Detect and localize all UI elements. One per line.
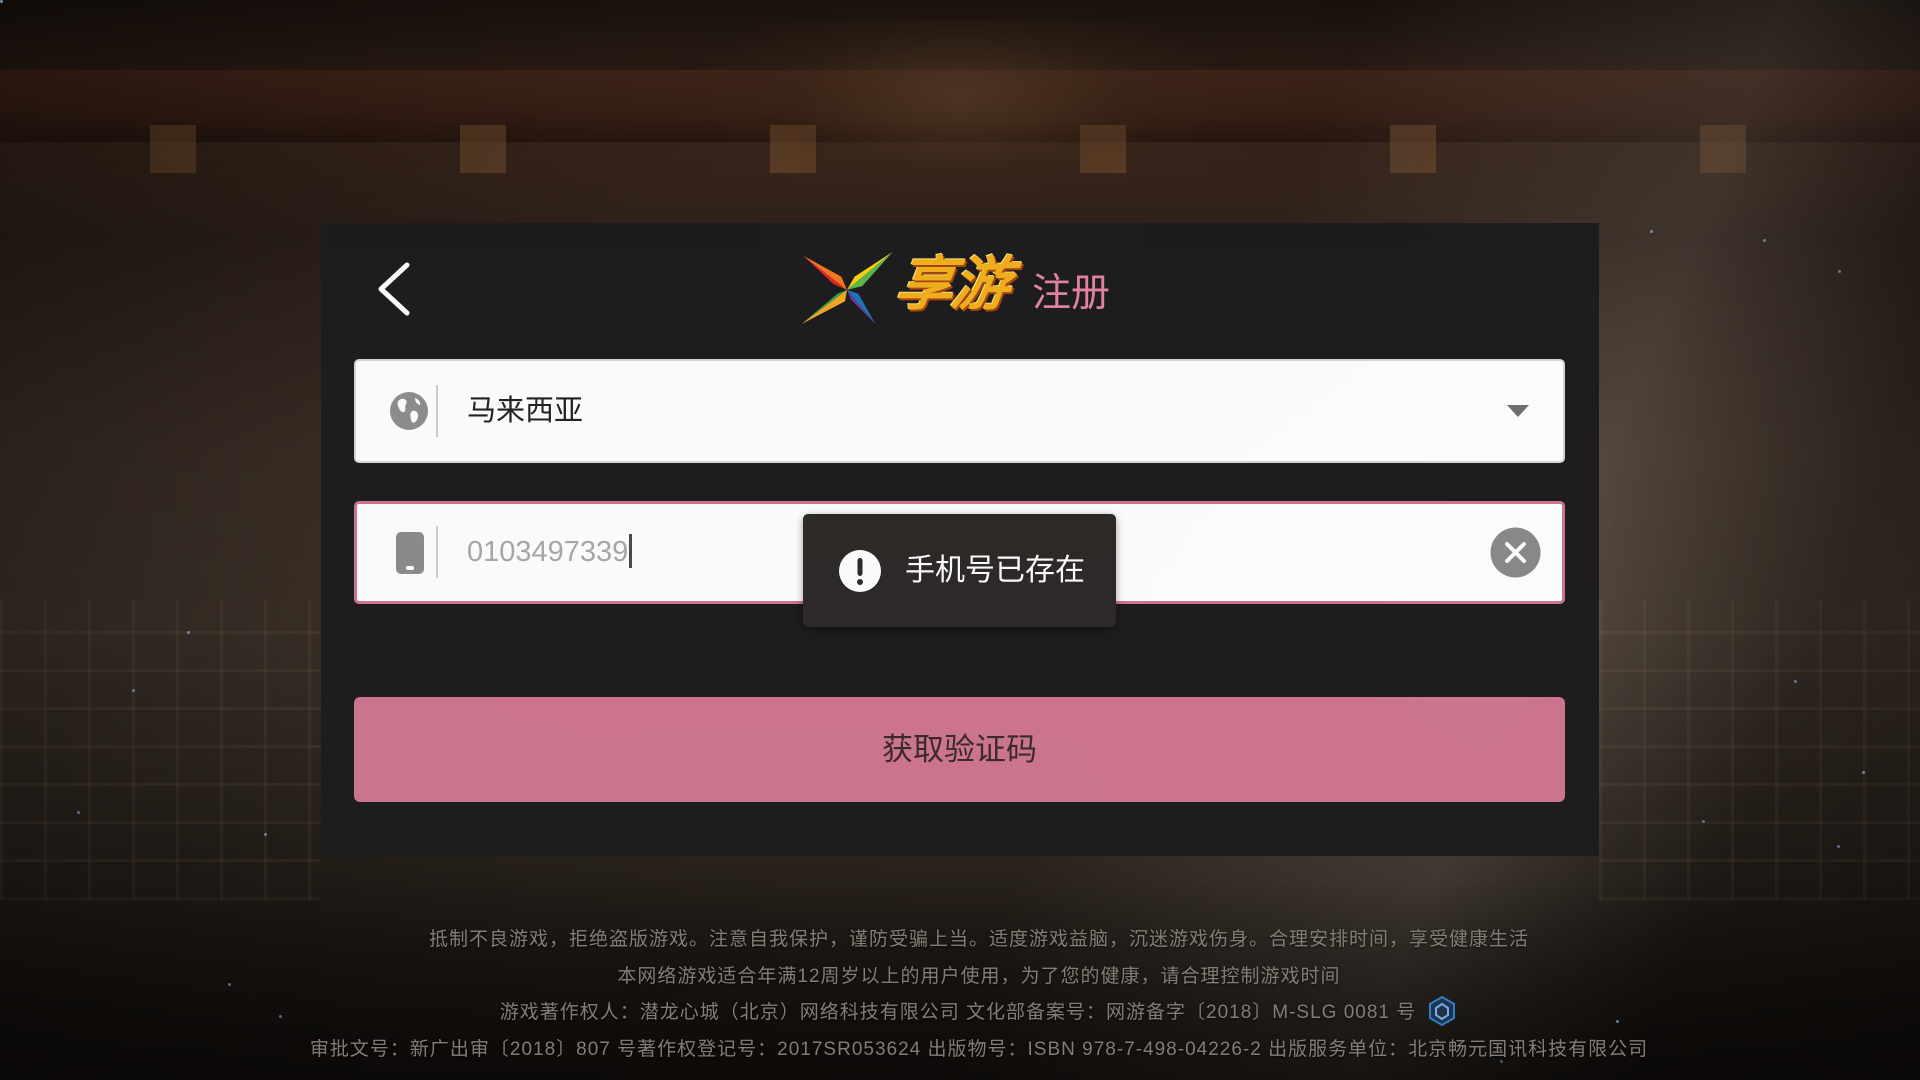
phone-number-text: 0103497339 [467,504,633,601]
toast-message: 手机号已存在 [905,554,1085,587]
footer-copyright-line: 游戏著作权人：潜龙心城（北京）网络科技有限公司 文化部备案号：网游备字〔2018… [38,995,1920,1032]
phone-icon [395,531,425,575]
background-sparkles [0,0,3,3]
government-badge-icon [1426,995,1458,1027]
clear-button[interactable] [1490,527,1541,578]
error-toast: 手机号已存在 [803,514,1116,627]
footer-copyright-text: 游戏著作权人：潜龙心城（北京）网络科技有限公司 文化部备案号：网游备字〔2018… [499,1002,1417,1023]
phone-number-value: 0103497339 [467,536,629,568]
logo-wordmark: 享游 [891,252,1013,317]
footer-age-notice: 本网络游戏适合年满12周岁以上的用户使用，为了您的健康，请合理控制游戏时间 [617,965,1341,987]
register-dialog: 享游 注册 马来西亚 0103497339 获取验证码 手机号已存在 [321,223,1599,856]
chevron-left-icon [378,262,410,316]
footer-health-notice: 抵制不良游戏，拒绝盗版游戏。注意自我保护，谨防受骗上当。适度游戏益脑，沉迷游戏伤… [428,929,1529,950]
field-divider [436,385,438,437]
field-divider [436,526,438,578]
footer-notice: 抵制不良游戏，拒绝盗版游戏。注意自我保护，谨防受骗上当。适度游戏益脑，沉迷游戏伤… [38,922,1920,1068]
country-select[interactable]: 马来西亚 [354,359,1565,463]
header-logo: 享游 注册 [798,250,1128,330]
caret-down-icon[interactable] [1507,405,1529,417]
xiangyou-star-logo-icon [798,250,896,326]
text-cursor [629,534,633,569]
clear-circle-icon [1490,527,1541,578]
country-value: 马来西亚 [467,395,584,427]
footer-approval-line: 审批文号：新广出审〔2018〕807 号著作权登记号：2017SR053624 … [309,1038,1649,1060]
exclamation-circle-icon [838,549,882,593]
back-button[interactable] [371,259,417,319]
globe-icon [389,391,429,431]
page-title: 注册 [1032,272,1111,315]
get-verification-code-button[interactable]: 获取验证码 [354,697,1565,802]
